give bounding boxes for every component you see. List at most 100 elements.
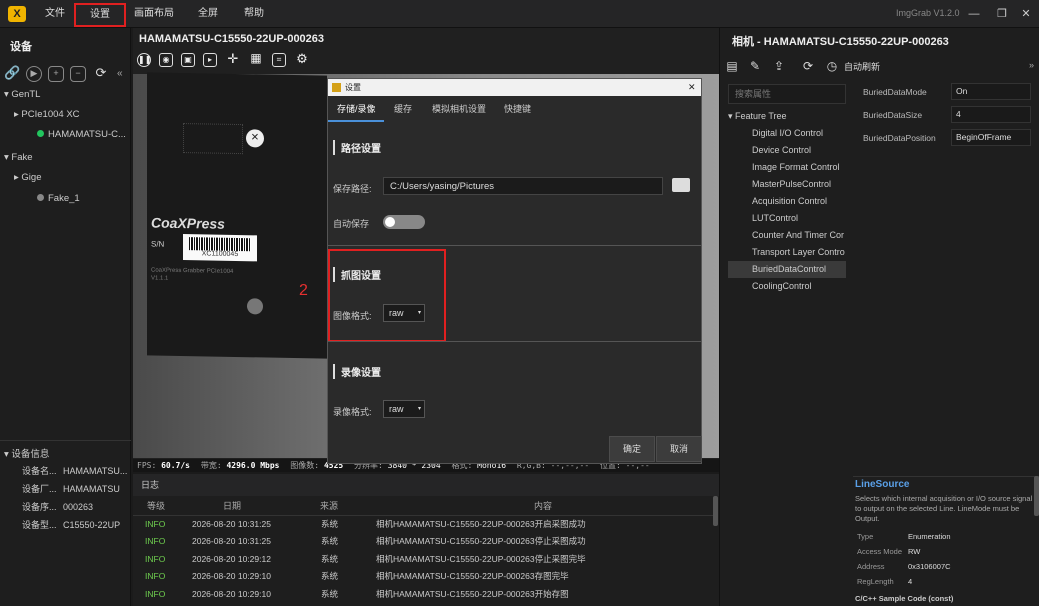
save-icon[interactable]: ▣ (181, 53, 195, 67)
auto-save-toggle[interactable] (383, 215, 425, 229)
serial-label-text: XC1100045 (201, 250, 239, 259)
export-xml-icon[interactable]: ▤ (724, 58, 740, 74)
minimize-button[interactable]: — (964, 4, 984, 24)
property-panel-title: 相机 - HAMAMATSU-C15550-22UP-000263 (732, 36, 949, 48)
desc-value: 4 (908, 577, 913, 586)
folder-icon[interactable] (672, 178, 690, 192)
dialog-close-icon[interactable]: ✕ (688, 79, 696, 96)
image-format-select[interactable]: raw ▾ (383, 304, 425, 322)
device-info-header[interactable]: ▾ 设备信息 (4, 446, 49, 460)
feature-item-acquisition[interactable]: Acquisition Control (728, 193, 846, 210)
log-content: 相机HAMAMATSU-C15550-22UP-000263停止采图成功 (376, 536, 586, 546)
desc-value: Enumeration (908, 532, 951, 541)
menu-fullscreen[interactable]: 全屏 (194, 4, 222, 24)
log-level: INFO (145, 571, 166, 581)
pause-icon[interactable]: ❚❚ (137, 53, 151, 67)
cancel-button[interactable]: 取消 (656, 436, 702, 462)
tab-shortcuts[interactable]: 快捷键 (504, 102, 531, 115)
log-scrollbar[interactable] (713, 496, 718, 526)
ok-button[interactable]: 确定 (609, 436, 655, 462)
feature-item-counter-timer[interactable]: Counter And Timer Cor (728, 227, 846, 244)
refresh-icon[interactable]: ⟳ (800, 58, 816, 74)
info-key: 设备名... (22, 466, 57, 476)
record-format-select[interactable]: raw ▾ (383, 400, 425, 418)
fit-screen-icon[interactable]: ⌗ (272, 53, 286, 67)
prop-value-buried-position[interactable]: BeginOfFrame (951, 129, 1031, 146)
prop-value-buried-size[interactable]: 4 (951, 106, 1031, 123)
log-row[interactable]: INFO 2026-08-20 10:29:10 系统 相机HAMAMATSU-C15… (133, 586, 713, 603)
menu-file[interactable]: 文件 (40, 4, 70, 24)
tab-storage[interactable]: 存储/录像 (337, 102, 376, 115)
log-col-source: 来源 (320, 501, 339, 511)
sample-code-label[interactable]: C/C++ Sample Code (const) (855, 594, 953, 604)
feature-item-image-format[interactable]: Image Format Control (728, 159, 846, 176)
device-panel: 设备 🔗 ▶ + − ⟳ « ▾ GenTL ▸ PCIe1004 XC HAM… (0, 28, 131, 606)
chevron-down-icon: ▾ (417, 310, 421, 316)
description-text: Selects which internal acquisition or I/… (855, 494, 1033, 523)
log-source: 系统 (321, 519, 339, 529)
chevron-down-icon: ▾ (417, 406, 421, 412)
feature-item-cooling[interactable]: CoolingControl (728, 278, 846, 295)
camera-remove-icon[interactable]: − (70, 66, 86, 82)
feature-item-buried-data[interactable]: BuriedDataControl (728, 261, 846, 278)
info-value: HAMAMATSU... (63, 466, 128, 476)
feature-tree-root[interactable]: ▾ Feature Tree (728, 108, 787, 125)
feature-item-lut[interactable]: LUTControl (728, 210, 846, 227)
tree-node-hamamatsu[interactable]: HAMAMATSU-C... (37, 129, 126, 140)
divider (853, 476, 1039, 477)
refresh-icon[interactable]: ⟳ (93, 66, 109, 82)
info-key: 设备型... (22, 520, 57, 530)
close-window-button[interactable]: ✕ (1016, 4, 1036, 24)
log-content: 相机HAMAMATSU-C15550-22UP-000263存图完毕 (376, 571, 569, 581)
tree-node-fake1[interactable]: Fake_1 (37, 193, 80, 204)
log-row[interactable]: INFO 2026-08-20 10:31:25 系统 相机HAMAMATSU-C15… (133, 533, 713, 550)
info-row: 设备厂... HAMAMATSU (22, 482, 120, 495)
tree-node-gige[interactable]: ▸ Gige (14, 172, 42, 183)
log-row[interactable]: INFO 2026-08-20 10:29:12 系统 相机HAMAMATSU-C15… (133, 551, 713, 568)
chip-area (183, 123, 243, 155)
tree-label: Fake_1 (48, 193, 80, 204)
feature-item-device-control[interactable]: Device Control (728, 142, 846, 159)
expand-icon[interactable]: » (1029, 60, 1034, 70)
prop-value-buried-mode[interactable]: On (951, 83, 1031, 100)
play-icon[interactable]: ▶ (26, 66, 42, 82)
feature-item-digital-io[interactable]: Digital I/O Control (728, 125, 846, 142)
restore-button[interactable]: ❐ (992, 4, 1012, 24)
device-panel-title: 设备 (10, 41, 32, 53)
frames-label: 图像数: (290, 461, 320, 470)
save-path-input[interactable]: C:/Users/yasing/Pictures (383, 177, 663, 195)
auto-refresh-label[interactable]: 自动刷新 (844, 60, 880, 73)
feature-item-transport-layer[interactable]: Transport Layer Contro (728, 244, 846, 261)
title-bar: X 文件 设置 画面布局 全屏 帮助 ImgGrab V1.2.0 — ❐ ✕ (0, 0, 1039, 28)
ver-text: V1.1.1 (151, 275, 169, 282)
tree-node-fake[interactable]: ▾ Fake (4, 152, 33, 163)
tree-node-pcie[interactable]: ▸ PCIe1004 XC (14, 109, 80, 120)
snapshot-icon[interactable]: ◉ (159, 53, 173, 67)
link-icon[interactable]: 🔗 (4, 66, 20, 82)
info-key: 设备厂... (22, 484, 57, 494)
gear-icon[interactable]: ⚙ (295, 52, 309, 67)
dialog-title: 设置 (345, 83, 361, 92)
feature-item-master-pulse[interactable]: MasterPulseControl (728, 176, 846, 193)
collapse-icon[interactable]: « (117, 68, 123, 79)
camera-add-icon[interactable]: + (48, 66, 64, 82)
log-row[interactable]: INFO 2026-08-20 10:29:10 系统 相机HAMAMATSU-C15… (133, 568, 713, 585)
screw-icon: ✕ (246, 129, 264, 148)
description-scrollbar[interactable] (1034, 476, 1039, 516)
menu-settings[interactable]: 设置 (74, 3, 126, 27)
tab-sim-camera[interactable]: 模拟相机设置 (432, 102, 486, 115)
record-icon[interactable]: ▸ (203, 53, 217, 67)
menu-layout[interactable]: 画面布局 (132, 4, 176, 24)
property-search-input[interactable]: 搜索属性 (728, 84, 846, 104)
edit-icon[interactable]: ✎ (747, 58, 763, 74)
grid-icon[interactable]: ▦ (249, 52, 263, 67)
log-row[interactable]: INFO 2026-08-20 10:31:25 系统 相机HAMAMATSU-C15… (133, 516, 713, 533)
menu-help[interactable]: 帮助 (240, 4, 268, 24)
log-col-date: 日期 (223, 501, 242, 511)
share-icon[interactable]: ⇪ (771, 58, 787, 74)
clock-icon[interactable]: ◷ (824, 58, 840, 74)
crosshair-icon[interactable]: ✛ (226, 52, 240, 67)
tab-cache[interactable]: 缓存 (394, 102, 412, 115)
log-panel: 日志 等级 日期 来源 内容 INFO 2026-08-20 10:31:25 系统… (133, 474, 719, 606)
tree-node-gentl[interactable]: ▾ GenTL (4, 89, 40, 100)
